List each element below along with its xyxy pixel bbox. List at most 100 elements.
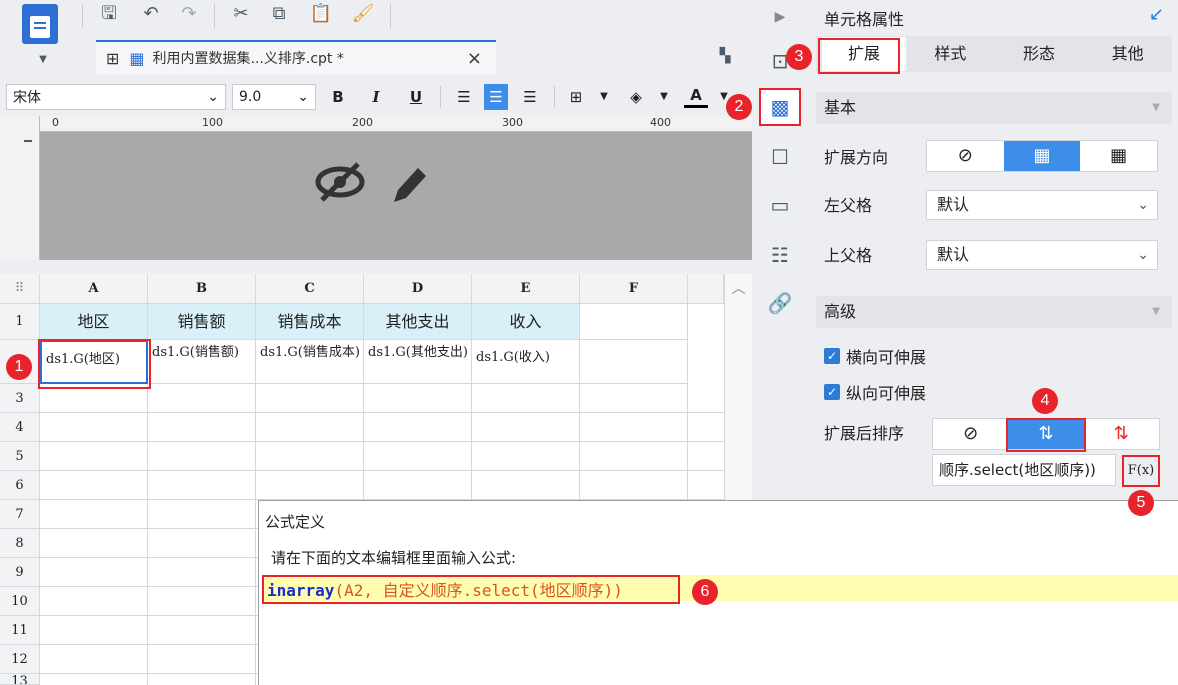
sort-formula-input[interactable]: 顺序.select(地区顺序)) <box>932 454 1116 486</box>
save-icon[interactable]: 🖫 <box>96 2 122 26</box>
hidden-eye-icon[interactable] <box>314 160 366 214</box>
sort-descending-icon[interactable]: ⇅ <box>1084 419 1159 449</box>
font-size-select[interactable]: 9.0 ⌄ <box>232 84 316 110</box>
collapse-panel-icon[interactable]: ↙ <box>1149 4 1164 25</box>
align-left-icon[interactable]: ☰ <box>452 84 476 110</box>
tab-template[interactable]: ⊞ ▦ 利用内置数据集...义排序.cpt * × <box>96 40 496 74</box>
tab-title: 利用内置数据集...义排序.cpt * <box>152 51 344 67</box>
report-icon: ▦ <box>129 48 145 68</box>
header-cell-sales[interactable]: 销售额 <box>148 304 256 340</box>
close-tab-icon[interactable]: × <box>467 48 482 69</box>
column-header-b[interactable]: B <box>148 274 256 304</box>
left-parent-select[interactable]: 默认 ⌄ <box>926 190 1158 220</box>
row-header[interactable]: 6 <box>0 471 40 500</box>
header-cell-income[interactable]: 收入 <box>472 304 580 340</box>
hyperlink-icon[interactable]: 🔗 <box>760 286 800 320</box>
scroll-up-icon[interactable]: ︿ <box>725 278 752 298</box>
logo-dropdown-icon[interactable]: ▼ <box>30 48 56 72</box>
data-cell-sales[interactable]: ds1.G(销售额) <box>148 340 256 384</box>
row-header[interactable]: 7 <box>0 500 40 529</box>
italic-button[interactable]: I <box>364 84 388 110</box>
row-header[interactable]: 8 <box>0 529 40 558</box>
bold-button[interactable]: B <box>326 84 350 110</box>
column-header-c[interactable]: C <box>256 274 364 304</box>
section-basic[interactable]: 基本 ▼ <box>816 92 1172 124</box>
app-logo-icon[interactable] <box>22 4 58 44</box>
horizontal-expand-icon[interactable]: ▦ <box>1080 141 1157 171</box>
horizontal-stretch-checkbox[interactable]: ✓ 横向可伸展 <box>824 344 926 368</box>
tab-menu-icon[interactable]: ▚ <box>712 44 738 68</box>
column-header-e[interactable]: E <box>472 274 580 304</box>
cell-element-icon[interactable]: ☐ <box>760 140 800 174</box>
row-header[interactable]: 4 <box>0 413 40 442</box>
chevron-down-icon: ⌄ <box>1137 197 1149 213</box>
top-parent-value: 默认 <box>937 245 970 264</box>
align-center-icon[interactable]: ☰ <box>484 84 508 110</box>
step-badge: 5 <box>1128 490 1154 516</box>
tab-form[interactable]: 形态 <box>995 36 1084 72</box>
column-header-g[interactable] <box>688 274 724 304</box>
underline-button[interactable]: U <box>404 84 428 110</box>
copy-icon[interactable]: ⧉ <box>266 2 292 26</box>
row-header[interactable]: 12 <box>0 645 40 674</box>
annotation-box <box>38 339 151 389</box>
data-cell-income[interactable]: ds1.G(收入) <box>472 340 580 384</box>
ruler-tick: 300 <box>502 116 523 129</box>
edit-pencil-icon[interactable] <box>388 162 428 210</box>
section-advanced[interactable]: 高级 ▼ <box>816 296 1172 328</box>
condition-icon[interactable]: ☷ <box>760 238 800 272</box>
tab-style[interactable]: 样式 <box>906 36 995 72</box>
row-header[interactable]: 10 <box>0 587 40 616</box>
fill-color-icon[interactable]: ◈ <box>624 84 648 110</box>
font-color-button[interactable]: A <box>684 84 708 108</box>
ruler-tick: 200 <box>352 116 373 129</box>
row-header[interactable]: 3 <box>0 384 40 413</box>
redo-icon[interactable]: ↷ <box>176 2 202 26</box>
header-cell-region[interactable]: 地区 <box>40 304 148 340</box>
vertical-stretch-checkbox[interactable]: ✓ 纵向可伸展 <box>824 380 926 404</box>
column-header-d[interactable]: D <box>364 274 472 304</box>
step-badge: 1 <box>6 354 32 380</box>
top-parent-select[interactable]: 默认 ⌄ <box>926 240 1158 270</box>
chevron-down-icon: ⌄ <box>297 89 309 105</box>
font-size-value: 9.0 <box>239 89 262 105</box>
select-all-corner[interactable]: ⠿ <box>0 274 40 304</box>
row-header[interactable]: 5 <box>0 442 40 471</box>
column-header-a[interactable]: A <box>40 274 148 304</box>
empty-cell[interactable] <box>580 340 688 384</box>
font-family-value: 宋体 <box>13 90 41 106</box>
no-sort-icon[interactable]: ⊘ <box>933 419 1008 449</box>
fill-dropdown-icon[interactable]: ▼ <box>652 84 676 110</box>
undo-icon[interactable]: ↶ <box>138 2 164 26</box>
section-advanced-label: 高级 <box>824 302 857 321</box>
form-icon[interactable]: ▭ <box>760 188 800 222</box>
header-cell-expense[interactable]: 其他支出 <box>364 304 472 340</box>
paste-icon[interactable]: 📋 <box>308 2 334 26</box>
empty-cell[interactable] <box>580 304 688 340</box>
no-expand-icon[interactable]: ⊘ <box>927 141 1004 171</box>
align-right-icon[interactable]: ☰ <box>518 84 542 110</box>
column-header-f[interactable]: F <box>580 274 688 304</box>
row-header[interactable]: 9 <box>0 558 40 587</box>
row-header[interactable]: 11 <box>0 616 40 645</box>
format-painter-icon[interactable]: 🖌 <box>350 2 376 26</box>
vertical-stretch-label: 纵向可伸展 <box>846 384 927 403</box>
vertical-expand-icon[interactable]: ▦ <box>1003 141 1081 171</box>
step-badge: 2 <box>726 94 752 120</box>
main-toolbar: ▼ 🖫 ↶ ↷ ✂ ⧉ 📋 🖌 ⊞ ▦ 利用内置数据集...义排序.cpt * … <box>0 0 752 80</box>
grid-icon: ⊞ <box>106 48 120 68</box>
data-cell-cost[interactable]: ds1.G(销售成本) <box>256 340 364 384</box>
annotation-box <box>759 88 801 126</box>
border-icon[interactable]: ⊞ <box>564 84 588 110</box>
cut-icon[interactable]: ✂ <box>228 2 254 26</box>
row-header[interactable]: 1 <box>0 304 40 340</box>
data-cell-expense[interactable]: ds1.G(其他支出) <box>364 340 472 384</box>
collapse-arrow-icon[interactable]: ▶ <box>760 0 800 34</box>
header-cell-cost[interactable]: 销售成本 <box>256 304 364 340</box>
left-parent-label: 左父格 <box>824 196 873 215</box>
font-family-select[interactable]: 宋体 ⌄ <box>6 84 226 110</box>
row-header[interactable]: 13 <box>0 674 40 685</box>
dialog-prompt: 请在下面的文本编辑框里面输入公式: <box>271 549 517 567</box>
tab-other[interactable]: 其他 <box>1083 36 1172 72</box>
border-dropdown-icon[interactable]: ▼ <box>592 84 616 110</box>
